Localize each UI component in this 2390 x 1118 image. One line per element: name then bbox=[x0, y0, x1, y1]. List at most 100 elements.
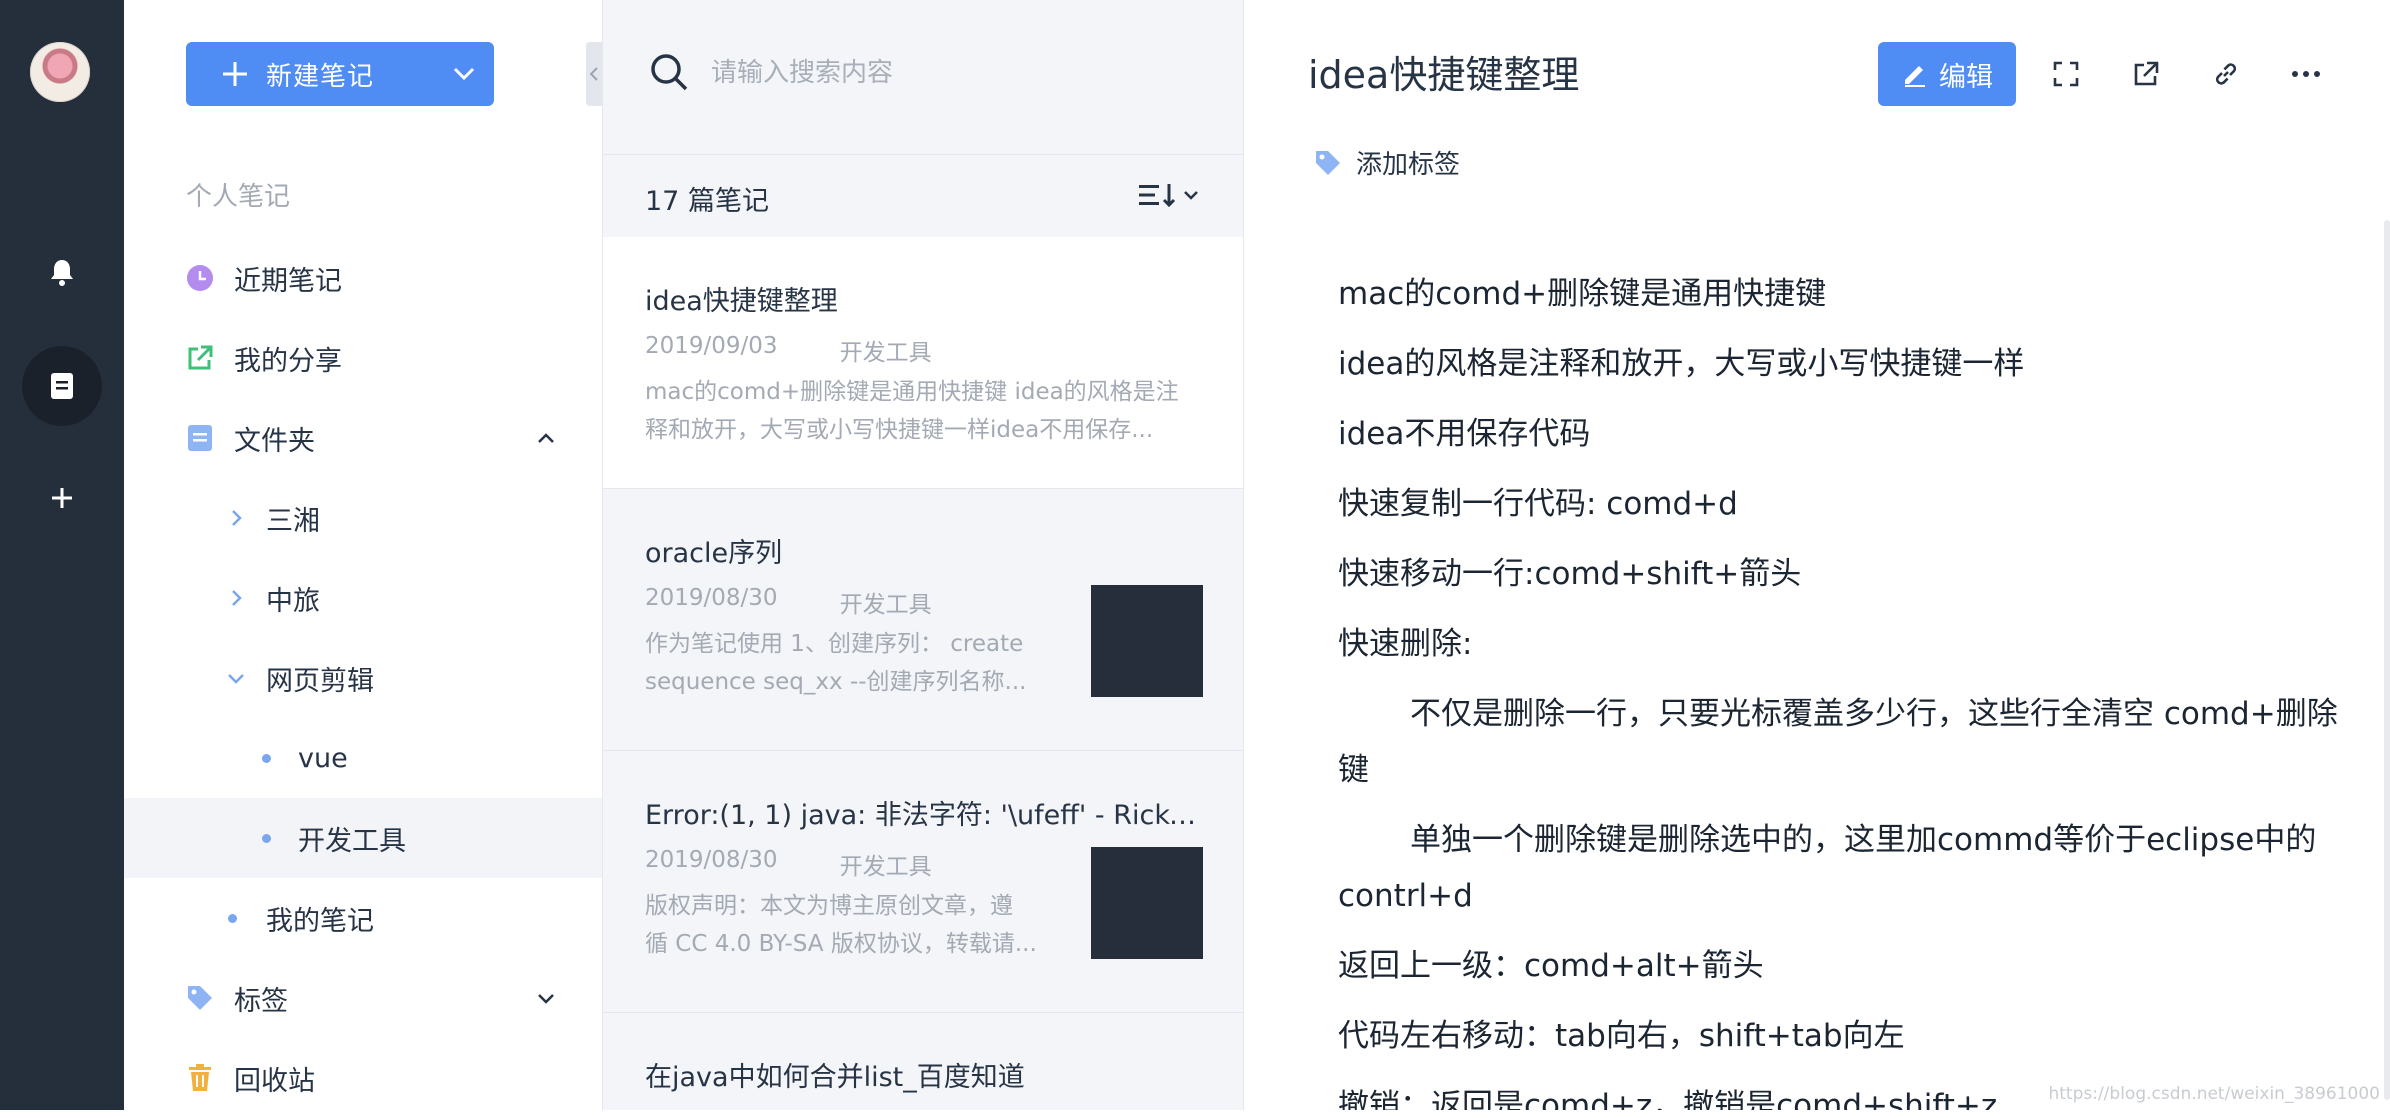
sidebar-item-shared[interactable]: 我的分享 bbox=[124, 318, 602, 398]
list-item[interactable]: 在java中如何合并list_百度知道 bbox=[603, 1013, 1243, 1110]
sidebar-item-label: 回收站 bbox=[234, 1065, 315, 1097]
folder-item-label: 三湘 bbox=[266, 505, 320, 537]
folder-item-zhonglv[interactable]: 中旅 bbox=[124, 558, 602, 638]
note-count: 17 篇笔记 bbox=[645, 186, 769, 217]
note-meta: 2019/08/30 开发工具 bbox=[645, 585, 932, 619]
list-header: 17 篇笔记 bbox=[603, 154, 1243, 238]
folder-item-dev-tools[interactable]: 开发工具 bbox=[124, 798, 602, 878]
sidebar-item-trash[interactable]: 回收站 bbox=[124, 1038, 602, 1118]
folder-item-web-clips[interactable]: 网页剪辑 bbox=[124, 638, 602, 718]
body-line: 快速复制一行代码: comd+d bbox=[1338, 486, 1738, 522]
sort-button[interactable] bbox=[1137, 181, 1199, 209]
sidebar-item-folders[interactable]: 文件夹 bbox=[124, 398, 602, 478]
note-title: Error:(1, 1) java: 非法字符: '\ufeff' - Rick… bbox=[645, 800, 1205, 831]
note-date: 2019/08/30 bbox=[645, 847, 778, 873]
note-folder: 开发工具 bbox=[839, 854, 932, 880]
note-thumbnail bbox=[1091, 847, 1203, 959]
page-title: idea快捷键整理 bbox=[1308, 53, 1580, 97]
note-folder: 开发工具 bbox=[839, 340, 932, 366]
note-thumbnail bbox=[1091, 585, 1203, 697]
folder-item-label: 我的笔记 bbox=[266, 905, 374, 937]
chevron-down-icon[interactable] bbox=[224, 666, 248, 690]
folder-item-label: vue bbox=[298, 742, 348, 774]
avatar[interactable] bbox=[30, 42, 90, 102]
sidebar-item-recent[interactable]: 近期笔记 bbox=[124, 238, 602, 318]
collapse-panel-handle[interactable] bbox=[586, 42, 602, 106]
note-excerpt-line: mac的comd+删除键是通用快捷键 idea的风格是注 bbox=[645, 379, 1179, 405]
note-folder: 开发工具 bbox=[839, 592, 932, 618]
sidebar-item-tags[interactable]: 标签 bbox=[124, 958, 602, 1038]
note-meta: 2019/08/30 开发工具 bbox=[645, 847, 932, 881]
add-tag-button[interactable]: 添加标签 bbox=[1314, 144, 1460, 181]
body-line: 单独一个删除键是删除选中的，这里加commd等价于eclipse中的contrl… bbox=[1338, 822, 2317, 914]
note-title: 在java中如何合并list_百度知道 bbox=[645, 1062, 1025, 1093]
bullet-dot-icon bbox=[262, 834, 271, 843]
note-date: 2019/09/03 bbox=[645, 333, 778, 359]
body-line: 快速移动一行:comd+shift+箭头 bbox=[1338, 556, 1802, 592]
chevron-down-icon bbox=[1184, 191, 1198, 200]
body-line: mac的comd+删除键是通用快捷键 bbox=[1338, 276, 1827, 312]
section-title: 个人笔记 bbox=[186, 182, 291, 212]
body-line: 返回上一级：comd+alt+箭头 bbox=[1338, 948, 1764, 984]
link-icon[interactable] bbox=[2204, 52, 2248, 96]
folder-item-sanxiang[interactable]: 三湘 bbox=[124, 478, 602, 558]
new-note-button[interactable]: 新建笔记 bbox=[186, 42, 494, 106]
search-bar bbox=[603, 0, 1245, 146]
scrollbar[interactable] bbox=[2384, 220, 2390, 1100]
open-external-icon[interactable] bbox=[2124, 52, 2168, 96]
add-tag-label: 添加标签 bbox=[1356, 150, 1461, 180]
note-excerpt: mac的comd+删除键是通用快捷键 idea的风格是注 释和放开，大写或小写快… bbox=[645, 373, 1205, 449]
note-excerpt-line: 版权声明：本文为博主原创文章，遵 bbox=[645, 893, 1013, 919]
edit-button[interactable]: 编辑 bbox=[1878, 42, 2016, 106]
pencil-icon bbox=[1905, 66, 1925, 87]
chevron-up-icon[interactable] bbox=[534, 426, 558, 450]
list-item[interactable]: idea快捷键整理 2019/09/03 开发工具 mac的comd+删除键是通… bbox=[603, 237, 1243, 489]
notification-bell-icon[interactable] bbox=[22, 233, 102, 313]
body-line: 不仅是删除一行，只要光标覆盖多少行，这些行全清空 comd+删除键 bbox=[1338, 696, 2338, 788]
note-content: idea快捷键整理 编辑 添加标签 mac的comd+删除键是通用快捷键 ide… bbox=[1244, 0, 2390, 1110]
note-date: 2019/08/30 bbox=[645, 585, 778, 611]
folder-item-label: 网页剪辑 bbox=[266, 665, 374, 697]
chevron-right-icon[interactable] bbox=[224, 506, 248, 530]
more-icon[interactable] bbox=[2284, 52, 2328, 96]
note-title: oracle序列 bbox=[645, 538, 783, 569]
list-item[interactable]: oracle序列 2019/08/30 开发工具 作为笔记使用 1、创建序列： … bbox=[603, 489, 1243, 751]
note-excerpt-line: sequence seq_xx --创建序列名称... bbox=[645, 669, 1027, 695]
clock-icon bbox=[186, 264, 214, 292]
add-icon[interactable] bbox=[22, 458, 102, 538]
bullet-dot-icon bbox=[262, 754, 271, 763]
search-input[interactable] bbox=[709, 44, 1193, 102]
bullet-dot-icon bbox=[228, 914, 237, 923]
folder-item-label: 开发工具 bbox=[298, 825, 406, 857]
trash-icon bbox=[186, 1064, 214, 1092]
new-note-label: 新建笔记 bbox=[266, 61, 375, 92]
note-excerpt: 版权声明：本文为博主原创文章，遵 循 CC 4.0 BY-SA 版权协议，转载请… bbox=[645, 887, 1065, 963]
folder-doc-icon bbox=[186, 424, 214, 452]
folder-item-my-notes[interactable]: 我的笔记 bbox=[124, 878, 602, 958]
plus-icon bbox=[222, 61, 248, 87]
folder-item-label: 中旅 bbox=[266, 585, 320, 617]
body-line: idea的风格是注释和放开，大写或小写快捷键一样 bbox=[1338, 346, 2025, 382]
tag-icon bbox=[186, 984, 214, 1012]
sidebar-item-label: 近期笔记 bbox=[234, 265, 342, 297]
folder-panel: 新建笔记 个人笔记 近期笔记 我的分享 文件夹 三湘 中旅 网页剪辑 vue 开… bbox=[124, 0, 602, 1110]
list-item[interactable]: Error:(1, 1) java: 非法字符: '\ufeff' - Rick… bbox=[603, 751, 1243, 1013]
body-line: 快速删除: bbox=[1338, 626, 1473, 662]
search-icon[interactable] bbox=[649, 52, 689, 96]
sidebar-item-label: 标签 bbox=[234, 985, 288, 1017]
tag-icon bbox=[1316, 150, 1340, 175]
share-icon bbox=[186, 344, 214, 372]
note-excerpt-line: 释和放开，大写或小写快捷键一样idea不用保存... bbox=[645, 417, 1154, 443]
chevron-right-icon[interactable] bbox=[224, 586, 248, 610]
chevron-down-icon[interactable] bbox=[434, 42, 494, 106]
sort-icon bbox=[1139, 184, 1176, 208]
fullscreen-icon[interactable] bbox=[2044, 52, 2088, 96]
note-excerpt: 作为笔记使用 1、创建序列： create sequence seq_xx --… bbox=[645, 625, 1065, 701]
chevron-down-icon[interactable] bbox=[534, 986, 558, 1010]
note-meta: 2019/09/03 开发工具 bbox=[645, 333, 932, 367]
note-body[interactable]: mac的comd+删除键是通用快捷键 idea的风格是注释和放开，大写或小写快捷… bbox=[1338, 266, 2338, 1110]
note-title: idea快捷键整理 bbox=[645, 286, 838, 317]
note-list-panel: 17 篇笔记 idea快捷键整理 2019/09/03 开发工具 mac的com… bbox=[602, 0, 1244, 1110]
notes-icon[interactable] bbox=[22, 346, 102, 426]
folder-item-vue[interactable]: vue bbox=[124, 718, 602, 798]
